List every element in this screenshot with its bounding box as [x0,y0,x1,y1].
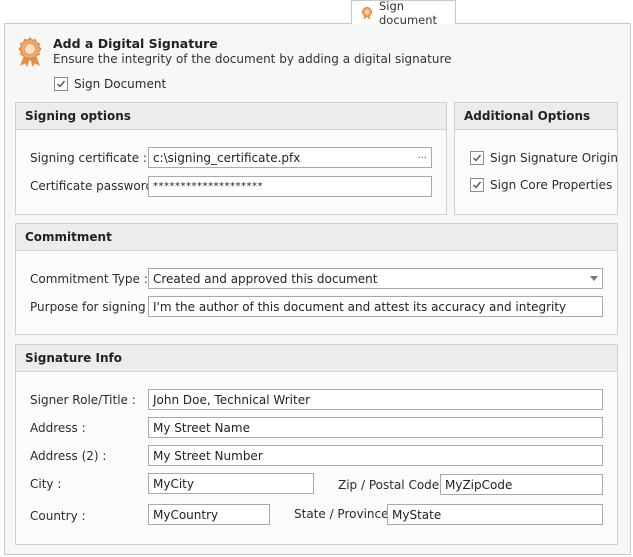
purpose-label: Purpose for signing : [30,300,154,314]
sign-document-checkbox[interactable] [54,77,68,91]
page-title: Add a Digital Signature [53,36,218,51]
signing-certificate-label: Signing certificate : [30,151,147,165]
address-value: My Street Name [153,420,250,435]
chevron-down-icon [590,276,598,281]
signer-role-value: John Doe, Technical Writer [153,392,311,407]
additional-options-title: Additional Options [455,103,617,130]
checkmark-icon [473,154,482,162]
signing-options-title: Signing options [16,103,446,130]
sign-signature-origin-checkbox[interactable] [470,151,484,165]
city-field[interactable]: MyCity [148,473,314,494]
state-field[interactable]: MyState [387,504,603,525]
state-label: State / Province : [294,507,397,521]
purpose-field[interactable]: I'm the author of this document and atte… [148,296,603,317]
sign-core-properties-checkbox[interactable] [470,178,484,192]
commitment-type-value: Created and approved this document [153,271,378,286]
country-label: Country : [30,509,86,523]
page-subtitle: Ensure the integrity of the document by … [53,52,452,66]
signing-certificate-field[interactable]: c:\signing_certificate.pfx ... [148,147,432,168]
sign-core-properties-label: Sign Core Properties [490,178,613,192]
tab-sign-document[interactable]: Sign document [351,0,456,27]
country-value: MyCountry [153,507,219,522]
address2-value: My Street Number [153,448,263,463]
address2-field[interactable]: My Street Number [148,445,603,466]
address-field[interactable]: My Street Name [148,417,603,438]
address2-label: Address (2) : [30,449,107,463]
tab-label: Sign document [379,0,438,27]
signature-info-title: Signature Info [16,345,617,372]
zip-field[interactable]: MyZipCode [440,474,603,495]
state-value: MyState [392,507,442,522]
signer-role-field[interactable]: John Doe, Technical Writer [148,389,603,410]
certificate-password-field[interactable]: ******************** [148,176,432,197]
sign-document-label: Sign Document [74,77,167,91]
sign-signature-origin-label: Sign Signature Origin [490,151,618,165]
country-field[interactable]: MyCountry [148,504,270,525]
city-value: MyCity [153,476,194,491]
signer-role-label: Signer Role/Title : [30,393,136,407]
certificate-password-value: ******************** [153,181,263,192]
commitment-type-select[interactable]: Created and approved this document [148,268,603,289]
browse-button[interactable]: ... [417,150,427,165]
checkmark-icon [473,181,482,189]
checkmark-icon [57,80,66,88]
award-icon [15,36,45,68]
ribbon-icon [360,6,374,20]
address-label: Address : [30,421,86,435]
purpose-value: I'm the author of this document and atte… [153,299,567,314]
zip-value: MyZipCode [445,477,513,492]
certificate-password-label: Certificate password : [30,179,161,193]
commitment-title: Commitment [16,224,617,251]
city-label: City : [30,477,62,491]
signing-certificate-value: c:\signing_certificate.pfx [153,150,301,165]
commitment-type-label: Commitment Type : [30,272,148,286]
zip-label: Zip / Postal Code : [338,478,448,492]
